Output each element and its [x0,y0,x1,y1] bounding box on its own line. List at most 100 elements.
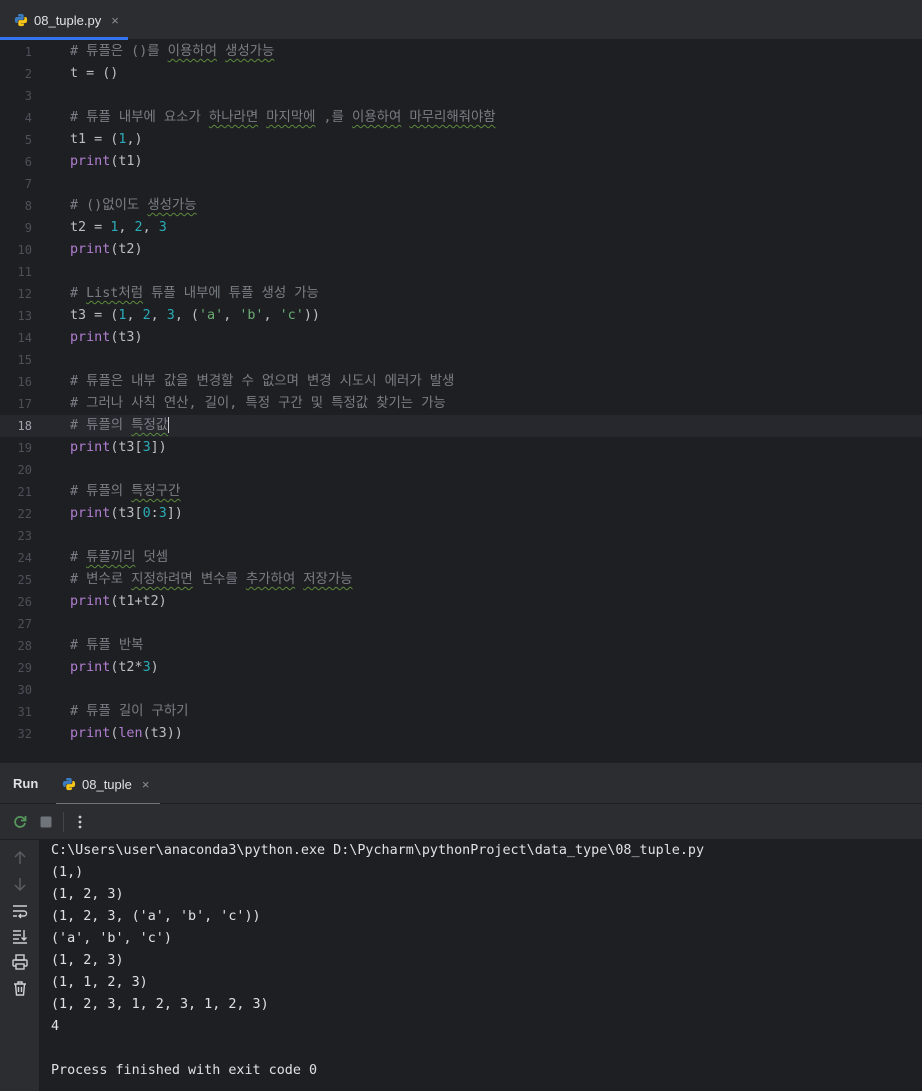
code-line[interactable]: 31 # 튜플 길이 구하기 [0,701,922,723]
code-token: print [70,330,111,345]
code-token: # 그러나 사칙 연산, 길이, 특정 구간 및 특정값 찾기는 가능 [70,396,446,411]
code-line[interactable]: 13 t3 = (1, 2, 3, ('a', 'b', 'c')) [0,305,922,327]
code-editor[interactable]: 1 # 튜플은 ()를 이용하여 생성가능 2 t = () 3 4 # 튜플 내부에 요소… [0,40,922,762]
code-line[interactable]: 11 [0,261,922,283]
code-token: ,) [126,132,143,147]
code-token: t3 = ( [70,308,119,323]
code-line[interactable]: 23 [0,525,922,547]
code-token: (t3[ [110,506,143,521]
toolbar-separator [63,812,64,832]
code-line[interactable]: 30 [0,679,922,701]
code-line[interactable]: 16 # 튜플은 내부 값을 변경할 수 없으며 변경 시도시 에러가 발생 [0,371,922,393]
run-tab-label: 08_tuple [82,776,132,792]
code-line[interactable]: 22 print(t3[0:3]) [0,503,922,525]
close-tab-icon[interactable]: × [111,13,119,28]
code-line[interactable]: 24 # 튜플끼리 덧셈 [0,547,922,569]
code-token: # 튜플 반복 [70,638,144,653]
code-line[interactable]: 10 print(t2) [0,239,922,261]
code-token: print [70,660,111,675]
code-text: t3 = (1, 2, 3, ('a', 'b', 'c')) [70,305,320,327]
code-text: # 튜플 반복 [70,635,143,657]
line-number: 4 [24,111,32,125]
code-token: ,를 [315,110,353,125]
code-line[interactable]: 27 [0,613,922,635]
line-number: 23 [17,529,32,543]
line-number: 5 [24,133,32,147]
text-caret [168,417,170,433]
code-line[interactable]: 6 print(t1) [0,151,922,173]
code-line[interactable]: 17 # 그러나 사칙 연산, 길이, 특정 구간 및 특정값 찾기는 가능 [0,393,922,415]
code-text: t1 = (1,) [70,129,143,151]
code-line[interactable]: 8 # ()없이도 생성가능 [0,195,922,217]
code-line[interactable]: 12 # List처럼 튜플 내부에 튜플 생성 가능 [0,283,922,305]
code-line[interactable]: 19 print(t3[3]) [0,437,922,459]
console-output-line: (1, 2, 3) [51,887,124,902]
close-run-tab-icon[interactable]: × [142,777,150,792]
scroll-to-end-icon[interactable] [11,927,29,945]
code-token: , [118,220,135,235]
trash-icon[interactable] [11,979,29,997]
line-number: 24 [17,551,32,565]
console-output-line: (1, 2, 3) [51,953,124,968]
run-tab-08-tuple[interactable]: 08_tuple × [52,763,160,805]
code-token: 추가하여 [245,572,296,587]
scroll-up-icon[interactable] [11,849,29,867]
code-line[interactable]: 3 [0,85,922,107]
code-line[interactable]: 32 print(len(t3)) [0,723,922,745]
line-number: 9 [24,221,32,235]
code-token: : [150,506,159,521]
stop-icon[interactable] [37,813,55,831]
code-text: # 튜플의 특정값 [70,415,170,437]
editor-tab-label: 08_tuple.py [34,12,102,28]
code-token: 0 [142,506,151,521]
code-token: 특정구간 [131,484,181,499]
code-token: # 튜플의 [70,418,132,433]
code-token: ]) [150,440,167,455]
code-line[interactable]: 14 print(t3) [0,327,922,349]
code-token: 저장가능 [303,572,353,587]
code-token: (t2) [110,242,143,257]
code-token: # ()없이도 [70,198,148,213]
code-line[interactable]: 2 t = () [0,63,922,85]
code-token: ]) [166,506,183,521]
code-line[interactable]: 28 # 튜플 반복 [0,635,922,657]
line-number: 14 [17,331,32,345]
editor-tab-08-tuple[interactable]: 08_tuple.py × [0,0,128,40]
code-line[interactable]: 1 # 튜플은 ()를 이용하여 생성가능 [0,41,922,63]
code-token: 특정값 [131,418,169,433]
code-line[interactable]: 5 t1 = (1,) [0,129,922,151]
soft-wrap-icon[interactable] [11,902,29,920]
line-number: 7 [24,177,32,191]
code-line[interactable]: 20 [0,459,922,481]
python-file-icon [14,13,28,27]
code-text: # 튜플은 내부 값을 변경할 수 없으며 변경 시도시 에러가 발생 [70,371,454,393]
code-line[interactable]: 7 [0,173,922,195]
code-line[interactable]: 29 print(t2*3) [0,657,922,679]
line-number: 25 [17,573,32,587]
editor-tab-bar: 08_tuple.py × [0,0,922,40]
code-line[interactable]: 25 # 변수로 지정하려면 변수를 추가하여 저장가능 [0,569,922,591]
console-output-line: (1, 1, 2, 3) [51,975,148,990]
code-line[interactable]: 18 # 튜플의 특정값 [0,415,922,437]
print-icon[interactable] [11,953,29,971]
line-number: 18 [17,419,32,433]
more-options-icon[interactable] [71,813,89,831]
code-token: 이용하여 [167,44,217,59]
code-token: , [142,220,159,235]
scroll-down-icon[interactable] [11,875,29,893]
run-console-output[interactable]: C:\Users\user\anaconda3\python.exe D:\Py… [40,840,922,1091]
code-token: , [126,308,143,323]
code-line[interactable]: 4 # 튜플 내부에 요소가 하나라면 마지막에 ,를 이용하여 마무리해줘야함 [0,107,922,129]
code-text: # ()없이도 생성가능 [70,195,197,217]
code-text: print(t1) [70,151,143,173]
code-line[interactable]: 9 t2 = 1, 2, 3 [0,217,922,239]
line-number: 29 [17,661,32,675]
code-line[interactable]: 15 [0,349,922,371]
rerun-icon[interactable] [11,813,29,831]
code-token: # 튜플은 ()를 [70,44,168,59]
code-line[interactable]: 21 # 튜플의 특정구간 [0,481,922,503]
code-line[interactable]: 26 print(t1+t2) [0,591,922,613]
code-text: # List처럼 튜플 내부에 튜플 생성 가능 [70,283,319,305]
